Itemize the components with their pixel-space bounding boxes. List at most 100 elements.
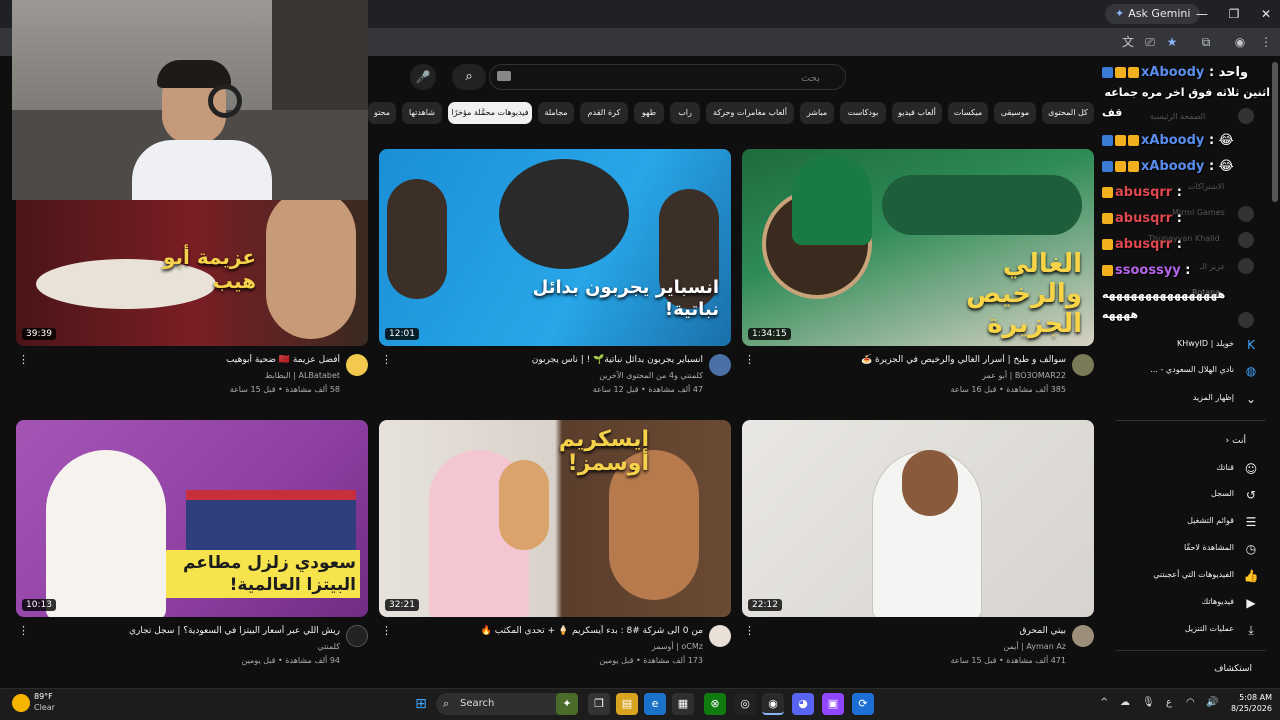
- video-thumbnail[interactable]: ايسكريم أوسمز! 32:21: [379, 420, 731, 617]
- chip-football[interactable]: كرة القدم: [580, 102, 628, 124]
- chat-username: ssoossyy: [1115, 263, 1181, 278]
- taskbar-app-icon[interactable]: ✦: [556, 693, 578, 715]
- language-icon[interactable]: ع: [1166, 697, 1172, 708]
- chip-live[interactable]: مباشر: [800, 102, 834, 124]
- xbox-icon[interactable]: ⊗: [704, 693, 726, 715]
- chip-more[interactable]: محتو: [368, 102, 396, 124]
- chip-video-games[interactable]: ألعاب فيديو: [892, 102, 942, 124]
- guide-label: المشاهدة لاحقًا: [1183, 543, 1234, 552]
- guide-liked-videos[interactable]: 👍 الفيديوهات التي أعجبتني: [1116, 565, 1266, 587]
- translate-icon[interactable]: 文: [1118, 32, 1138, 52]
- mic-icon[interactable]: 🎙: [1142, 697, 1155, 708]
- discord-icon[interactable]: ◕: [792, 693, 814, 715]
- channel-avatar[interactable]: [1072, 354, 1094, 376]
- more-options-icon[interactable]: ⋮: [744, 625, 755, 637]
- search-input[interactable]: [520, 69, 820, 87]
- scrollbar-thumb[interactable]: [1272, 62, 1278, 202]
- chip-cooking[interactable]: طهو: [634, 102, 664, 124]
- channel-name[interactable]: كلمنتي و4 من المحتوى الآخرين: [403, 370, 703, 381]
- duration-badge: 32:21: [385, 599, 419, 611]
- weather-widget[interactable]: 89°F Clear: [8, 692, 88, 716]
- tray-chevron-icon[interactable]: ^: [1100, 697, 1108, 708]
- keyboard-icon[interactable]: [497, 71, 511, 81]
- wifi-icon[interactable]: ◠: [1186, 697, 1195, 708]
- guide-your-videos[interactable]: ▶ فيديوهاتك: [1116, 592, 1266, 614]
- chip-all[interactable]: كل المحتوى: [1042, 102, 1094, 124]
- guide-downloads[interactable]: ⤓ عمليات التنزيل: [1116, 619, 1266, 641]
- video-thumbnail[interactable]: سعودي زلزل مطاعم البيتزا العالمية! 10:13: [16, 420, 368, 617]
- cast-icon[interactable]: ⎚: [1140, 32, 1160, 52]
- app-icon[interactable]: ⟳: [852, 693, 874, 715]
- chip-watched[interactable]: شاهدتها: [402, 102, 442, 124]
- taskbar-clock[interactable]: 5:08 AM 8/25/2026: [1228, 692, 1272, 714]
- chat-text: ههههههههههههههههه: [1102, 288, 1226, 301]
- subscription-item[interactable]: ◍ نادي الهلال السعودي - ...: [1116, 360, 1266, 382]
- guide-playlists[interactable]: ☰ قوائم التشغيل: [1116, 511, 1266, 533]
- channel-avatar[interactable]: [709, 625, 731, 647]
- video-title[interactable]: انسباير يجربون بدائل نباتية🌱 ! | ناس يجر…: [403, 354, 703, 366]
- more-options-icon[interactable]: ⋮: [744, 354, 755, 366]
- video-thumbnail[interactable]: الغالي والرخيص الجزيرة 1:34:15: [742, 149, 1094, 346]
- extensions-icon[interactable]: ⧉: [1196, 32, 1216, 52]
- file-explorer-icon[interactable]: ▤: [616, 693, 638, 715]
- windows-start-icon[interactable]: ⊞: [410, 693, 432, 715]
- video-title[interactable]: سوالف و طبخ | أسرار الغالي والرخيص في ال…: [766, 354, 1066, 366]
- close-icon[interactable]: ✕: [1252, 4, 1280, 24]
- gemini-spark-icon: ✦: [1115, 7, 1125, 20]
- chip-mixes[interactable]: ميكسات: [948, 102, 988, 124]
- more-options-icon[interactable]: ⋮: [381, 625, 392, 637]
- search-icon[interactable]: ⌕: [452, 64, 486, 90]
- channel-avatar[interactable]: [709, 354, 731, 376]
- video-title[interactable]: أفضل عزيمة 🇲🇦 ضحية أبوهيب: [40, 354, 340, 366]
- channel-name[interactable]: ALBatabet | البطابط: [40, 370, 340, 381]
- voice-search-icon[interactable]: 🎤: [410, 64, 436, 90]
- person-figure: [46, 450, 166, 617]
- video-title[interactable]: من 0 الى شركة #8 : بدء آيسكريم 🍦 + تحدي …: [403, 625, 703, 637]
- channel-avatar[interactable]: [346, 625, 368, 647]
- chip-courtesy[interactable]: مجاملة: [538, 102, 574, 124]
- channel-name[interactable]: BO3OMAR22 | أبو عمر: [766, 370, 1066, 381]
- more-options-icon[interactable]: ⋮: [381, 354, 392, 366]
- channel-name[interactable]: كلمنتي: [40, 641, 340, 652]
- chat-badge-icon: [1102, 265, 1113, 276]
- browser-menu-icon[interactable]: ⋮: [1256, 32, 1276, 52]
- search-box[interactable]: [489, 64, 846, 90]
- bookmark-star-icon[interactable]: ★: [1162, 32, 1182, 52]
- chip-rap[interactable]: راب: [670, 102, 700, 124]
- obs-icon[interactable]: ◎: [734, 693, 756, 715]
- ask-gemini-button[interactable]: ✦ Ask Gemini: [1105, 4, 1201, 24]
- show-more-label: إظهار المزيد: [1192, 393, 1234, 402]
- you-section-heading[interactable]: أنت ‹: [1116, 436, 1266, 450]
- video-title[interactable]: ريش اللي عبر أسعار البيتزا في السعودية؟ …: [40, 625, 340, 637]
- chat-badge-icon: [1102, 135, 1113, 146]
- channel-avatar[interactable]: [1072, 625, 1094, 647]
- task-view-icon[interactable]: ❐: [588, 693, 610, 715]
- channel-name[interactable]: oCMz | أوسمز: [403, 641, 703, 652]
- more-options-icon[interactable]: ⋮: [18, 354, 29, 366]
- video-thumbnail[interactable]: انسباير يجربون بدائل نباتية! 12:01: [379, 149, 731, 346]
- guide-history[interactable]: ↺ السجل: [1116, 484, 1266, 506]
- chrome-icon[interactable]: ◉: [762, 693, 784, 715]
- twitch-icon[interactable]: ▣: [822, 693, 844, 715]
- chip-action-adventure[interactable]: ألعاب مغامرات وحركة: [706, 102, 794, 124]
- channel-avatar[interactable]: [346, 354, 368, 376]
- show-more-button[interactable]: ⌄ إظهار المزيد: [1116, 388, 1266, 410]
- minimize-icon[interactable]: —: [1188, 4, 1216, 24]
- edge-icon[interactable]: e: [644, 693, 666, 715]
- video-title[interactable]: بيتي المحرق: [766, 625, 1066, 637]
- volume-icon[interactable]: 🔊: [1206, 697, 1218, 708]
- store-icon[interactable]: ▦: [672, 693, 694, 715]
- chip-music[interactable]: موسيقى: [994, 102, 1036, 124]
- video-thumbnail[interactable]: 22:12: [742, 420, 1094, 617]
- more-options-icon[interactable]: ⋮: [18, 625, 29, 637]
- cloud-icon[interactable]: ☁: [1120, 697, 1130, 708]
- restore-icon[interactable]: ❐: [1220, 4, 1248, 24]
- guide-your-channel[interactable]: ☺ قناتك: [1116, 458, 1266, 480]
- chat-text: :: [1176, 237, 1182, 252]
- guide-watch-later[interactable]: ◷ المشاهدة لاحقًا: [1116, 538, 1266, 560]
- channel-name[interactable]: Ayman Az | أيمن: [766, 641, 1066, 652]
- chip-recently-uploaded[interactable]: فيديوهات محمَّلة مؤخرًا: [448, 102, 532, 124]
- profile-avatar[interactable]: ◉: [1230, 32, 1250, 52]
- chip-podcast[interactable]: بودكاست: [840, 102, 886, 124]
- subscription-item[interactable]: K خويلد | KHwyID: [1116, 334, 1266, 356]
